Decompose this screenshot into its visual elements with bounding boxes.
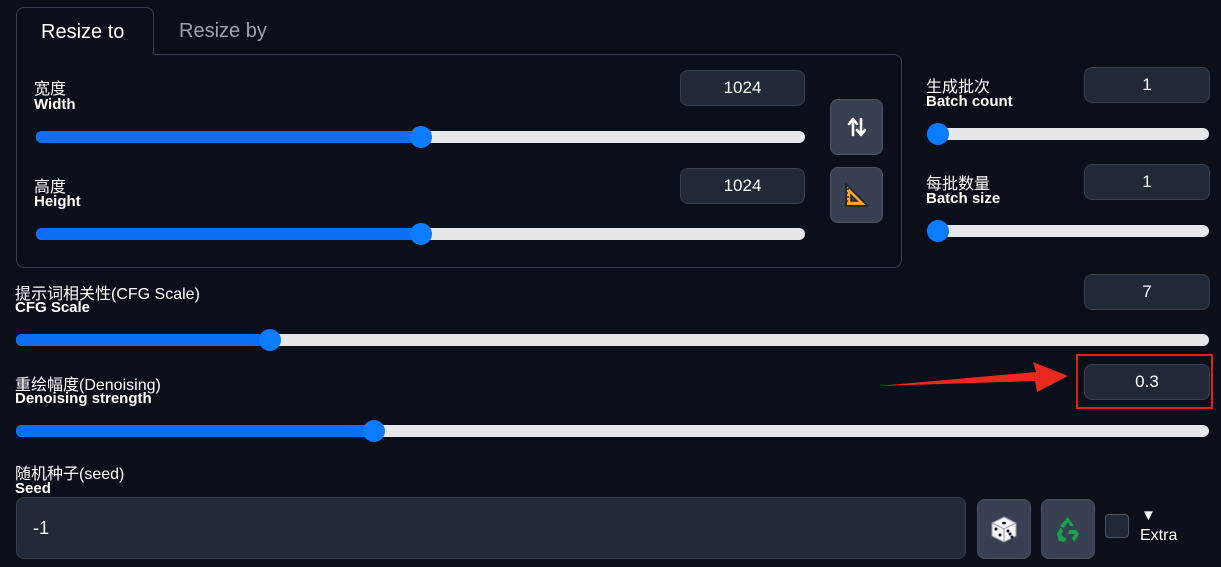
height-number-input[interactable]: 1024 xyxy=(680,168,805,204)
random-seed-button[interactable] xyxy=(977,499,1031,559)
cfg-scale-slider-thumb[interactable] xyxy=(259,329,282,351)
extra-toggle-arrow[interactable]: ▼ xyxy=(1141,507,1156,524)
batch-size-slider-thumb[interactable] xyxy=(927,220,949,242)
denoising-label-en: Denoising strength xyxy=(15,390,152,407)
batch-size-slider[interactable] xyxy=(927,220,1209,242)
recycle-icon xyxy=(1057,517,1079,542)
cfg-scale-slider-fill xyxy=(16,334,271,346)
width-label-en: Width xyxy=(34,96,76,113)
height-slider-fill xyxy=(36,228,421,240)
denoising-slider-fill xyxy=(16,425,374,437)
cfg-scale-label-en: CFG Scale xyxy=(15,299,91,316)
highlight-annotation-box xyxy=(1076,354,1213,409)
height-slider-thumb[interactable] xyxy=(409,223,432,245)
width-slider-fill xyxy=(36,131,421,143)
batch-count-label-en: Batch count xyxy=(926,93,1013,110)
tab-resize-to[interactable]: Resize to xyxy=(16,7,154,55)
batch-count-slider-track xyxy=(938,128,1209,140)
extra-checkbox[interactable] xyxy=(1105,514,1129,538)
denoising-slider[interactable] xyxy=(16,420,1209,442)
batch-size-slider-track xyxy=(938,225,1209,237)
height-slider[interactable] xyxy=(36,223,805,245)
denoising-slider-thumb[interactable] xyxy=(362,420,385,442)
batch-count-number-input[interactable]: 1 xyxy=(1084,67,1210,103)
width-slider-thumb[interactable] xyxy=(409,126,432,148)
swap-dimensions-button[interactable] xyxy=(830,99,883,155)
swap-vertical-icon xyxy=(847,117,866,137)
batch-size-label-en: Batch size xyxy=(926,190,1001,207)
extra-label[interactable]: Extra xyxy=(1140,527,1177,545)
height-label-en: Height xyxy=(34,193,81,210)
tab-resize-by[interactable]: Resize by xyxy=(155,7,291,55)
batch-size-number-input[interactable]: 1 xyxy=(1084,164,1210,200)
dice-icon xyxy=(991,516,1017,543)
cfg-scale-slider[interactable] xyxy=(16,329,1209,351)
width-slider[interactable] xyxy=(36,126,805,148)
batch-count-slider[interactable] xyxy=(927,123,1209,145)
aspect-ratio-button[interactable] xyxy=(830,167,883,223)
batch-count-slider-thumb[interactable] xyxy=(927,123,949,145)
annotation-arrow-icon xyxy=(878,362,1068,392)
triangle-ruler-icon xyxy=(844,183,869,207)
seed-label-en: Seed xyxy=(15,480,51,497)
width-number-input[interactable]: 1024 xyxy=(680,70,805,106)
reuse-seed-button[interactable] xyxy=(1041,499,1095,559)
seed-input[interactable]: -1 xyxy=(16,497,966,559)
cfg-scale-number-input[interactable]: 7 xyxy=(1084,274,1210,310)
